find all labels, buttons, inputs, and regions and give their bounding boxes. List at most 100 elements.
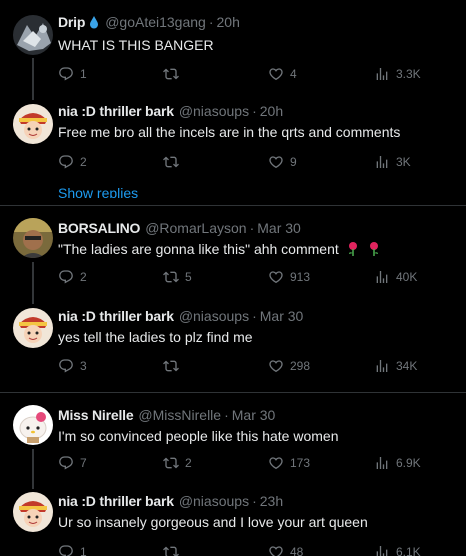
display-name[interactable]: nia :D thriller bark bbox=[58, 492, 174, 510]
heart-icon bbox=[268, 455, 284, 471]
timestamp[interactable]: 23h bbox=[260, 492, 283, 510]
view-count: 40K bbox=[396, 270, 418, 284]
retweet-icon bbox=[163, 66, 179, 82]
heart-icon bbox=[268, 66, 284, 82]
like-count: 48 bbox=[290, 545, 304, 556]
reply-button[interactable]: 1 bbox=[58, 543, 87, 556]
heart-icon bbox=[268, 358, 284, 374]
tweet-actions: 1 48 6.1K bbox=[58, 543, 428, 556]
views-button[interactable]: 3K bbox=[374, 153, 411, 171]
heart-icon bbox=[268, 154, 284, 170]
avatar[interactable] bbox=[13, 218, 53, 258]
avatar[interactable] bbox=[13, 15, 53, 55]
views-button[interactable]: 34K bbox=[374, 357, 417, 375]
display-name[interactable]: Drip bbox=[58, 13, 85, 31]
like-count: 913 bbox=[290, 270, 311, 284]
reply-button[interactable]: 2 bbox=[58, 268, 87, 286]
tweet-text: WHAT IS THIS BANGER bbox=[58, 37, 214, 53]
retweet-button[interactable]: 2 bbox=[163, 454, 192, 472]
tweet-header: BORSALINO @RomarLayson · Mar 30 bbox=[58, 219, 301, 237]
timestamp[interactable]: Mar 30 bbox=[232, 406, 276, 424]
reply-icon bbox=[58, 154, 74, 170]
tweet[interactable]: Drip @goAtei13gang · 20h WHAT IS THIS BA… bbox=[0, 0, 466, 100]
tweet[interactable]: Miss Nirelle @MissNirelle · Mar 30 I'm s… bbox=[0, 393, 466, 489]
like-button[interactable]: 173 bbox=[268, 454, 310, 472]
avatar[interactable] bbox=[13, 492, 53, 532]
tweet-actions: 2 9 3K bbox=[58, 153, 428, 171]
like-count: 298 bbox=[290, 359, 311, 373]
like-button[interactable]: 9 bbox=[268, 153, 297, 171]
retweet-count: 2 bbox=[185, 456, 192, 470]
tweet[interactable]: BORSALINO @RomarLayson · Mar 30 "The lad… bbox=[0, 206, 466, 304]
avatar[interactable] bbox=[13, 104, 53, 144]
display-name[interactable]: BORSALINO bbox=[58, 219, 140, 237]
retweet-button[interactable] bbox=[163, 153, 185, 171]
retweet-button[interactable] bbox=[163, 543, 185, 556]
views-icon bbox=[374, 358, 390, 374]
avatar[interactable] bbox=[13, 308, 53, 348]
avatar[interactable] bbox=[13, 405, 53, 445]
handle[interactable]: @niasoups bbox=[179, 307, 249, 325]
tweet-actions: 2 5 913 40K bbox=[58, 268, 428, 286]
reply-icon bbox=[58, 358, 74, 374]
view-count: 34K bbox=[396, 359, 418, 373]
timestamp[interactable]: 20h bbox=[217, 13, 240, 31]
views-button[interactable]: 6.9K bbox=[374, 454, 421, 472]
timestamp[interactable]: Mar 30 bbox=[260, 307, 304, 325]
timestamp[interactable]: Mar 30 bbox=[257, 219, 301, 237]
reply-count: 7 bbox=[80, 456, 87, 470]
handle[interactable]: @niasoups bbox=[179, 492, 249, 510]
show-replies-link[interactable]: Show replies bbox=[58, 182, 178, 198]
views-button[interactable]: 6.1K bbox=[374, 543, 421, 556]
view-count: 6.1K bbox=[396, 545, 421, 556]
tweet-text: I'm so convinced people like this hate w… bbox=[58, 428, 339, 444]
tweet-actions: 1 4 3.3K bbox=[58, 65, 428, 83]
display-name[interactable]: nia :D thriller bark bbox=[58, 102, 174, 120]
retweet-button[interactable] bbox=[163, 65, 185, 83]
reply-button[interactable]: 1 bbox=[58, 65, 87, 83]
reply-button[interactable]: 2 bbox=[58, 153, 87, 171]
tweet-header: Drip @goAtei13gang · 20h bbox=[58, 13, 240, 31]
tweet-text-row: "The ladies are gonna like this" ahh com… bbox=[58, 240, 381, 258]
rose-icon bbox=[348, 242, 357, 256]
like-button[interactable]: 298 bbox=[268, 357, 310, 375]
thread-line bbox=[32, 58, 34, 100]
retweet-button[interactable]: 5 bbox=[163, 268, 192, 286]
reply-button[interactable]: 7 bbox=[58, 454, 87, 472]
display-name[interactable]: Miss Nirelle bbox=[58, 406, 134, 424]
separator: · bbox=[249, 220, 255, 236]
views-button[interactable]: 40K bbox=[374, 268, 417, 286]
reply-count: 3 bbox=[80, 359, 87, 373]
tweet-text: "The ladies are gonna like this" ahh com… bbox=[58, 241, 339, 257]
tweet-header: nia :D thriller bark @niasoups · 23h bbox=[58, 492, 283, 510]
like-count: 9 bbox=[290, 155, 297, 169]
separator: · bbox=[252, 103, 257, 119]
reply-icon bbox=[58, 544, 74, 556]
handle[interactable]: @MissNirelle bbox=[138, 406, 221, 424]
reply-icon bbox=[58, 455, 74, 471]
view-count: 3.3K bbox=[396, 67, 421, 81]
handle[interactable]: @goAtei13gang bbox=[105, 13, 206, 31]
reply-button[interactable]: 3 bbox=[58, 357, 87, 375]
views-icon bbox=[374, 66, 390, 82]
thread-line bbox=[32, 262, 34, 304]
tweet[interactable]: nia :D thriller bark @niasoups · 23h Ur … bbox=[0, 482, 466, 556]
tweet[interactable]: nia :D thriller bark @niasoups · Mar 30 … bbox=[0, 299, 466, 392]
timestamp[interactable]: 20h bbox=[260, 102, 283, 120]
retweet-icon bbox=[163, 269, 179, 285]
retweet-icon bbox=[163, 154, 179, 170]
like-button[interactable]: 913 bbox=[268, 268, 310, 286]
handle[interactable]: @RomarLayson bbox=[145, 219, 246, 237]
handle[interactable]: @niasoups bbox=[179, 102, 249, 120]
like-button[interactable]: 4 bbox=[268, 65, 297, 83]
retweet-button[interactable] bbox=[163, 357, 185, 375]
views-button[interactable]: 3.3K bbox=[374, 65, 421, 83]
tweet-header: nia :D thriller bark @niasoups · 20h bbox=[58, 102, 283, 120]
separator: · bbox=[252, 308, 257, 324]
rose-icon bbox=[369, 242, 378, 256]
display-name[interactable]: nia :D thriller bark bbox=[58, 307, 174, 325]
like-button[interactable]: 48 bbox=[268, 543, 303, 556]
heart-icon bbox=[268, 269, 284, 285]
view-count: 6.9K bbox=[396, 456, 421, 470]
retweet-icon bbox=[163, 544, 179, 556]
